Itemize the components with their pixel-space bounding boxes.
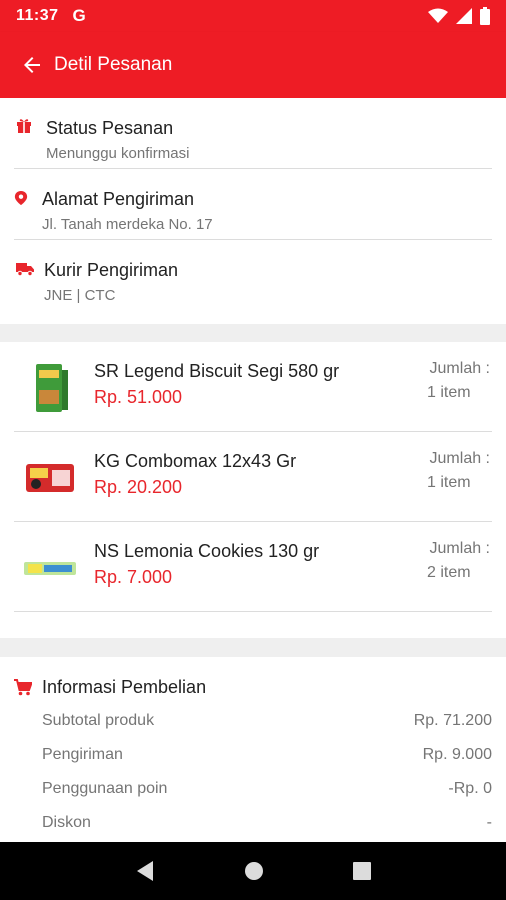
system-icons xyxy=(428,7,490,25)
order-status-label: Status Pesanan xyxy=(46,118,174,138)
system-nav-bar xyxy=(0,842,506,900)
product-image-lemonia xyxy=(24,562,76,575)
nav-back-icon[interactable] xyxy=(135,860,155,882)
quantity-value: 1 item xyxy=(427,384,471,401)
discount-value: - xyxy=(486,814,492,831)
product-image-combomax xyxy=(26,464,74,492)
product-price: Rp. 51.000 xyxy=(94,387,183,407)
shipping-address-label: Alamat Pengiriman xyxy=(42,189,195,209)
product-image-biscuit xyxy=(36,364,68,412)
app-bar: Detil Pesanan xyxy=(0,32,506,98)
subtotal-row: Subtotal produk Rp. 71.200 xyxy=(42,712,492,730)
battery-icon xyxy=(480,7,490,25)
location-pin-icon xyxy=(14,191,28,205)
purchase-info-header: Informasi Pembelian xyxy=(14,677,206,698)
back-arrow-icon[interactable] xyxy=(20,52,46,78)
quantity-value: 1 item xyxy=(427,474,471,491)
shipping-cost-row: Pengiriman Rp. 9.000 xyxy=(42,746,492,764)
list-item[interactable]: KG Combomax 12x43 Gr Rp. 20.200 Jumlah :… xyxy=(14,432,492,522)
purchase-info-title: Informasi Pembelian xyxy=(42,677,207,697)
status-bar: 11:37 G xyxy=(0,0,506,32)
discount-row: Diskon - xyxy=(42,814,492,832)
courier-label: Kurir Pengiriman xyxy=(44,260,179,280)
page-title: Detil Pesanan xyxy=(54,54,173,75)
quantity-value: 2 item xyxy=(427,564,471,581)
nav-recents-icon[interactable] xyxy=(353,862,372,880)
order-items-card: SR Legend Biscuit Segi 580 gr Rp. 51.000… xyxy=(0,342,506,638)
quantity-label: Jumlah : xyxy=(429,360,490,377)
product-name: NS Lemonia Cookies 130 gr xyxy=(94,541,320,561)
points-row: Penggunaan poin -Rp. 0 xyxy=(42,780,492,798)
nav-home-icon[interactable] xyxy=(244,861,264,881)
order-info-card: Status Pesanan Menunggu konfirmasi Alama… xyxy=(0,98,506,324)
product-price: Rp. 7.000 xyxy=(94,567,173,587)
points-value: -Rp. 0 xyxy=(448,780,492,797)
list-item[interactable]: SR Legend Biscuit Segi 580 gr Rp. 51.000… xyxy=(14,342,492,432)
gift-icon xyxy=(17,119,31,133)
shipping-cost-value: Rp. 9.000 xyxy=(422,746,492,763)
product-name: SR Legend Biscuit Segi 580 gr xyxy=(94,361,340,381)
product-name: KG Combomax 12x43 Gr xyxy=(94,451,297,471)
cell-signal-icon xyxy=(456,8,472,24)
points-label: Penggunaan poin xyxy=(42,780,168,797)
shipping-cost-label: Pengiriman xyxy=(42,746,123,763)
subtotal-value: Rp. 71.200 xyxy=(413,712,492,729)
truck-icon xyxy=(16,263,34,276)
order-status-row: Status Pesanan Menunggu konfirmasi xyxy=(14,98,492,169)
google-notification-icon: G xyxy=(72,6,86,25)
subtotal-label: Subtotal produk xyxy=(42,712,155,729)
purchase-info-card: Informasi Pembelian Subtotal produk Rp. … xyxy=(0,657,506,843)
quantity-label: Jumlah : xyxy=(429,540,490,557)
shipping-address-value: Jl. Tanah merdeka No. 17 xyxy=(42,216,213,233)
wifi-icon xyxy=(428,8,448,23)
discount-label: Diskon xyxy=(42,814,91,831)
courier-row: Kurir Pengiriman JNE | CTC xyxy=(14,240,492,311)
order-status-value: Menunggu konfirmasi xyxy=(46,145,190,162)
shipping-address-row: Alamat Pengiriman Jl. Tanah merdeka No. … xyxy=(14,169,492,240)
cart-icon xyxy=(14,679,32,696)
quantity-label: Jumlah : xyxy=(429,450,490,467)
list-item[interactable]: NS Lemonia Cookies 130 gr Rp. 7.000 Juml… xyxy=(14,522,492,612)
product-price: Rp. 20.200 xyxy=(94,477,183,497)
courier-value: JNE | CTC xyxy=(44,287,116,304)
status-time: 11:37 xyxy=(16,7,59,24)
